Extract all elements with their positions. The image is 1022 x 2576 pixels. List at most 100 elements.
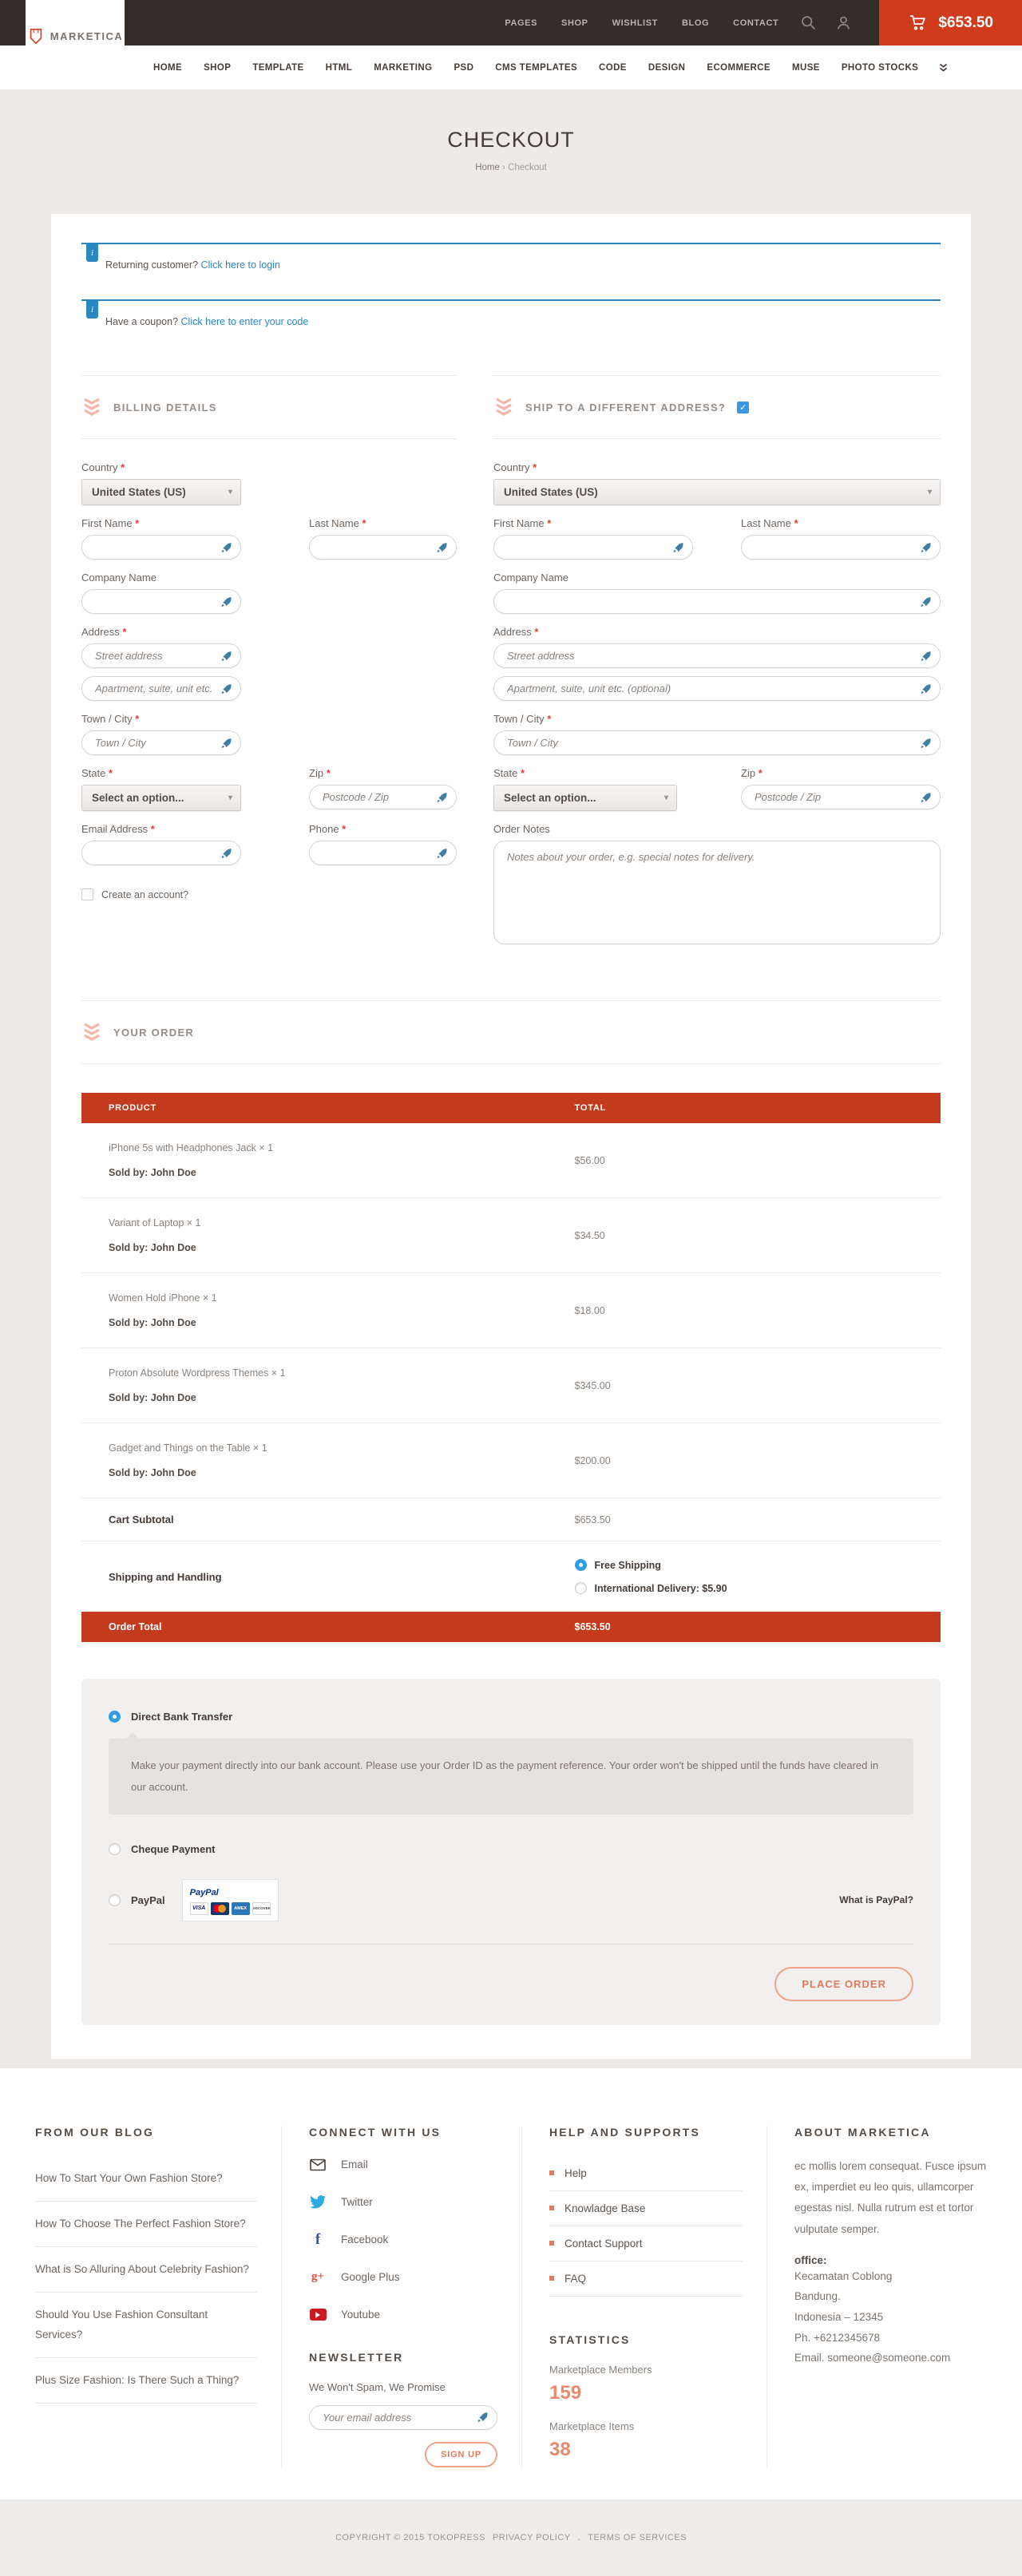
billing-state-select[interactable]: Select an option... ▾ <box>81 785 241 811</box>
sign-up-button[interactable]: SIGN UP <box>425 2442 497 2467</box>
billing-last-name-input[interactable] <box>323 541 432 553</box>
main-nav-link[interactable]: TEMPLATE <box>252 63 303 73</box>
billing-first-name-input[interactable] <box>95 541 216 553</box>
shipping-option[interactable]: International Delivery: $5.90 <box>575 1582 941 1594</box>
main-nav-link[interactable]: PSD <box>454 63 473 73</box>
newsletter-email-input[interactable] <box>323 2412 473 2424</box>
email-icon <box>309 2156 327 2174</box>
social-link-youtube[interactable]: Youtube <box>309 2306 497 2324</box>
billing-town-input[interactable] <box>95 737 216 749</box>
what-is-paypal-link[interactable]: What is PayPal? <box>839 1894 913 1905</box>
bullet-icon <box>549 2206 554 2210</box>
footer-blog-link[interactable]: What is So Alluring About Celebrity Fash… <box>35 2247 257 2293</box>
main-nav-link[interactable]: HOME <box>153 63 182 73</box>
logo[interactable]: MARKETICA <box>26 0 125 72</box>
shipping-company-input[interactable] <box>507 596 916 607</box>
social-link-google-plus[interactable]: g+ Google Plus <box>309 2269 497 2286</box>
top-nav-link[interactable]: CONTACT <box>733 18 778 28</box>
shipping-apartment-input[interactable] <box>507 683 916 694</box>
connect-heading: CONNECT WITH US <box>309 2126 497 2139</box>
search-icon[interactable] <box>799 14 817 32</box>
caret-down-icon: ▾ <box>664 793 668 802</box>
billing-phone-input[interactable] <box>323 847 432 859</box>
create-account-checkbox[interactable] <box>81 888 93 900</box>
pen-icon <box>220 683 232 694</box>
main-nav-link[interactable]: ECOMMERCE <box>707 63 770 73</box>
billing-zip-input[interactable] <box>323 791 432 803</box>
top-nav-link[interactable]: BLOG <box>682 18 709 28</box>
product-name: iPhone 5s with Headphones Jack × 1 <box>109 1142 575 1153</box>
social-link-facebook[interactable]: f Facebook <box>309 2231 497 2249</box>
billing-company-input[interactable] <box>95 596 216 607</box>
radio-icon[interactable] <box>109 1711 121 1723</box>
chevron-double-down-icon[interactable] <box>938 62 949 73</box>
main-nav-link[interactable]: CODE <box>599 63 627 73</box>
radio-icon[interactable] <box>109 1843 121 1855</box>
billing-country-select[interactable]: United States (US) ▾ <box>81 479 241 505</box>
main-nav-link[interactable]: PHOTO STOCKS <box>842 63 918 73</box>
bottom-separator: . <box>578 2533 581 2542</box>
top-nav-link[interactable]: PAGES <box>505 18 537 28</box>
shipping-street-input[interactable] <box>507 650 916 662</box>
main-nav-link[interactable]: SHOP <box>204 63 231 73</box>
product-total: $34.50 <box>575 1230 941 1241</box>
terms-link[interactable]: TERMS OF SERVICES <box>588 2533 687 2542</box>
billing-email-input[interactable] <box>95 847 216 859</box>
main-nav-link[interactable]: CMS TEMPLATES <box>495 63 577 73</box>
zip-label: Zip <box>309 767 323 779</box>
bank-transfer-option[interactable]: Direct Bank Transfer <box>109 1711 913 1723</box>
place-order-button[interactable]: PLACE ORDER <box>774 1967 913 2001</box>
breadcrumb-home-link[interactable]: Home <box>475 163 500 172</box>
footer-help-link[interactable]: FAQ <box>549 2261 743 2297</box>
shipping-option[interactable]: Free Shipping <box>575 1559 941 1571</box>
footer-help-link[interactable]: Contact Support <box>549 2226 743 2261</box>
pen-icon <box>436 791 448 803</box>
shipping-last-name-input[interactable] <box>755 541 916 553</box>
shipping-first-name-input[interactable] <box>507 541 668 553</box>
coupon-link[interactable]: Click here to enter your code <box>181 316 309 327</box>
top-header: MARKETICA PAGES SHOP WISHLIST BLOG CONTA… <box>0 0 1022 46</box>
footer-help-link[interactable]: Knowladge Base <box>549 2191 743 2226</box>
footer-blog-link[interactable]: Should You Use Fashion Consultant Servic… <box>35 2293 257 2358</box>
main-nav-link[interactable]: HTML <box>326 63 353 73</box>
social-link-email[interactable]: Email <box>309 2156 497 2174</box>
shipping-state-select[interactable]: Select an option... ▾ <box>493 785 677 811</box>
radio-icon[interactable] <box>109 1894 121 1906</box>
order-notes-textarea[interactable] <box>493 841 941 944</box>
office-address-line: Kecamatan Coblong <box>794 2266 998 2287</box>
social-link-twitter[interactable]: Twitter <box>309 2194 497 2211</box>
bullet-icon <box>549 2170 554 2175</box>
top-nav-link[interactable]: SHOP <box>561 18 588 28</box>
radio-icon[interactable] <box>575 1582 587 1594</box>
paypal-option[interactable]: PayPal PayPal VISA AMEX DISCOVER What is… <box>109 1879 913 1921</box>
shipping-country-select[interactable]: United States (US) ▾ <box>493 479 941 505</box>
user-icon[interactable] <box>834 14 852 32</box>
top-nav-link[interactable]: WISHLIST <box>612 18 658 28</box>
chevrons-icon <box>81 398 102 417</box>
cheque-label: Cheque Payment <box>131 1843 215 1855</box>
main-nav-link[interactable]: MUSE <box>792 63 820 73</box>
footer-help-link[interactable]: Help <box>549 2156 743 2191</box>
radio-icon[interactable] <box>575 1559 587 1571</box>
billing-street-input[interactable] <box>95 650 216 662</box>
billing-apartment-input[interactable] <box>95 683 216 694</box>
office-address-line: Bandung. <box>794 2286 998 2307</box>
main-nav-link[interactable]: DESIGN <box>648 63 686 73</box>
privacy-policy-link[interactable]: PRIVACY POLICY <box>493 2533 571 2542</box>
create-account-row[interactable]: Create an account? <box>81 888 457 900</box>
shipping-zip-input[interactable] <box>755 791 916 803</box>
last-name-label: Last Name <box>309 517 359 529</box>
cart-button[interactable]: $653.50 <box>879 0 1022 46</box>
login-link[interactable]: Click here to login <box>201 259 280 271</box>
shipping-town-input[interactable] <box>507 737 916 749</box>
product-seller: Sold by: John Doe <box>109 1467 575 1478</box>
footer-blog-link[interactable]: How To Start Your Own Fashion Store? <box>35 2156 257 2202</box>
country-label: Country <box>81 461 118 473</box>
cheque-option[interactable]: Cheque Payment <box>109 1843 913 1855</box>
main-nav-link[interactable]: MARKETING <box>374 63 432 73</box>
footer-blog-link[interactable]: Plus Size Fashion: Is There Such a Thing… <box>35 2358 257 2404</box>
order-item-row: iPhone 5s with Headphones Jack × 1 Sold … <box>81 1123 941 1198</box>
footer-blog-link[interactable]: How To Choose The Perfect Fashion Store? <box>35 2202 257 2247</box>
ship-different-checkbox[interactable]: ✓ <box>737 402 749 414</box>
facebook-icon: f <box>309 2231 327 2249</box>
